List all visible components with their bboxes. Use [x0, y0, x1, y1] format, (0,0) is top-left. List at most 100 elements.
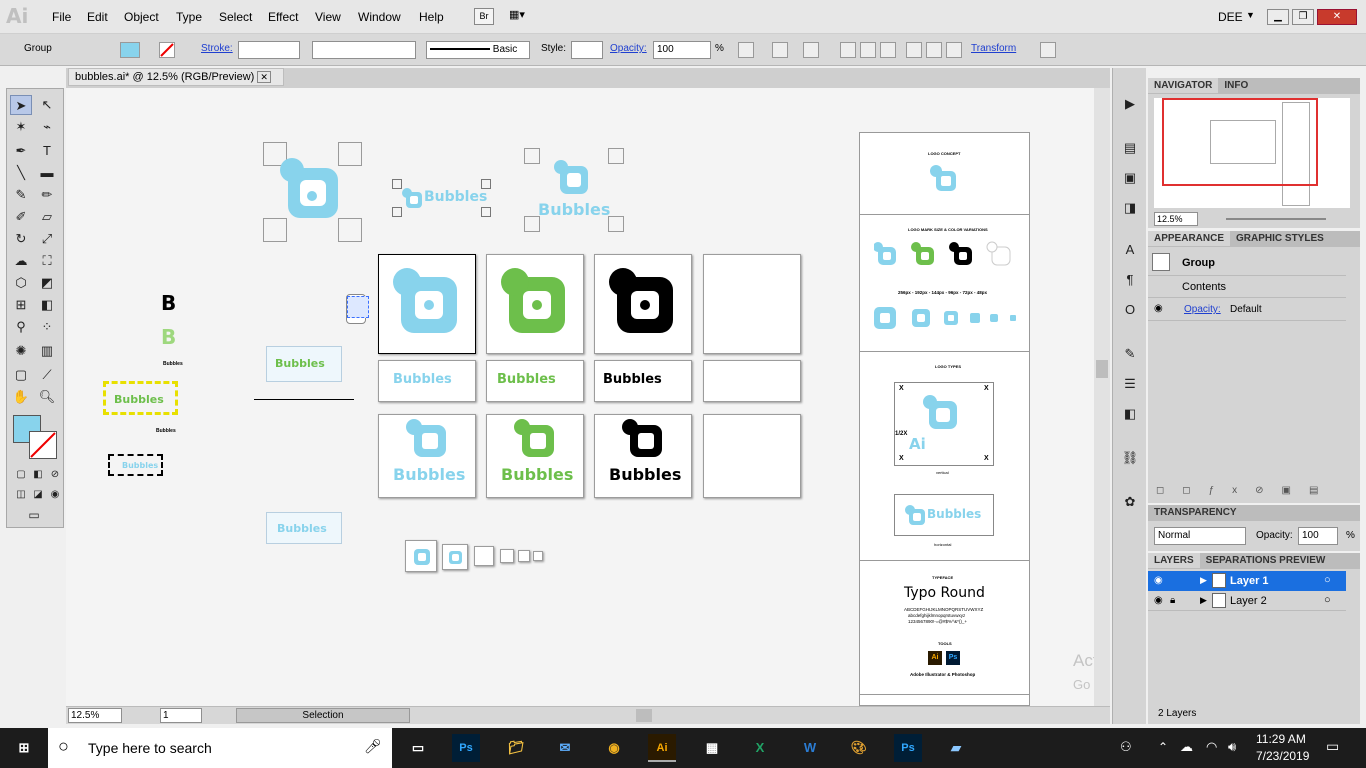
scale-tool-icon[interactable]: ⤢ — [36, 229, 58, 249]
menu-object[interactable]: Object — [124, 10, 159, 24]
target-circle-icon[interactable]: ○ — [1324, 574, 1331, 586]
warp-tool-icon[interactable]: ☁ — [10, 251, 32, 271]
rectangle-tool-icon[interactable]: ▬ — [36, 163, 58, 183]
links-icon[interactable]: ⛓ — [1119, 448, 1141, 468]
taskbar-illustrator[interactable]: Ai — [648, 734, 676, 762]
target-circle-icon[interactable]: ○ — [1324, 594, 1331, 606]
logo-card-empty[interactable] — [703, 254, 801, 354]
wifi-icon[interactable]: ◠ — [1206, 739, 1217, 755]
play-icon[interactable]: ▶ — [1119, 94, 1141, 114]
logo-card-blue-mark[interactable] — [378, 254, 476, 354]
opentype-icon[interactable]: O — [1119, 300, 1141, 320]
blend-tool-icon[interactable]: ⁘ — [36, 317, 58, 337]
horizontal-scroll-thumb[interactable] — [636, 709, 652, 722]
lasso-tool-icon[interactable]: ⌁ — [36, 117, 58, 137]
paintbrush-tool-icon[interactable]: ✎ — [10, 185, 32, 205]
opacity-field[interactable]: 100 — [653, 41, 711, 59]
windows-start-icon[interactable]: ⊞ — [10, 734, 38, 762]
artboard-tool-icon[interactable]: ▢ — [10, 365, 32, 385]
align-options-icon[interactable] — [803, 42, 819, 58]
shape-builder-tool-icon[interactable]: ⬡ — [10, 273, 32, 293]
tab-navigator[interactable]: NAVIGATOR — [1148, 78, 1219, 93]
excel-icon[interactable]: X — [746, 734, 774, 762]
tab-graphic-styles[interactable]: GRAPHIC STYLES — [1230, 231, 1330, 246]
logo-card-green-vertical[interactable]: Bubbles — [486, 414, 584, 498]
eraser-tool-icon[interactable]: ▱ — [36, 207, 58, 227]
variable-width-profile[interactable] — [312, 41, 416, 59]
align-bottom-icon[interactable] — [946, 42, 962, 58]
menu-select[interactable]: Select — [219, 10, 252, 24]
symbol-sprayer-tool-icon[interactable]: ✺ — [10, 341, 32, 361]
bubbles-logo-vertical[interactable] — [554, 160, 590, 199]
draw-inside-icon[interactable]: ◉ — [44, 485, 66, 505]
line-tool-icon[interactable]: ╲ — [10, 163, 32, 183]
paragraph-icon[interactable]: ¶ — [1119, 270, 1141, 290]
expand-arrow-icon[interactable]: ▶ — [1200, 595, 1207, 606]
show-hidden-icons-chevron-icon[interactable]: ⌃ — [1158, 740, 1168, 754]
slice-tool-icon[interactable]: ⟋ — [36, 365, 58, 385]
align-middle-icon[interactable] — [926, 42, 942, 58]
transform-link[interactable]: Transform — [971, 43, 1016, 54]
live-paint-tool-icon[interactable]: ◩ — [36, 273, 58, 293]
logo-card-blue-vertical[interactable]: Bubbles — [378, 414, 476, 498]
close-button[interactable]: ✕ — [1317, 9, 1357, 25]
eye-icon[interactable]: ◉ — [1154, 595, 1163, 606]
navigator-zoom-field[interactable]: 12.5% — [1154, 212, 1198, 226]
volume-icon[interactable]: 🔊︎ — [1228, 739, 1236, 755]
workspace-switcher[interactable]: DEE — [1218, 10, 1243, 24]
bubbles-logo-mark-large[interactable] — [278, 158, 342, 225]
lock-icon[interactable]: 🔒︎ — [1170, 595, 1175, 606]
outlook-icon[interactable]: ✉ — [551, 734, 579, 762]
navigator-view-box[interactable] — [1162, 98, 1318, 186]
chevron-down-icon[interactable]: ▼ — [1246, 10, 1255, 20]
gradient-tool-icon[interactable]: ◧ — [36, 295, 58, 315]
blob-brush-tool-icon[interactable]: ✐ — [10, 207, 32, 227]
people-icon[interactable]: ⚇ — [1120, 739, 1132, 755]
logo-card-black-mark[interactable] — [594, 254, 692, 354]
paint-icon[interactable]: 🎨︎ — [845, 734, 873, 762]
menu-help[interactable]: Help — [419, 10, 444, 24]
direct-selection-tool-icon[interactable]: ↖ — [36, 95, 58, 115]
logo-card-blue-horizontal[interactable]: Bubbles — [378, 360, 476, 402]
selected-icon-group[interactable] — [347, 296, 369, 318]
none-mode-icon[interactable]: ⊘ — [44, 465, 66, 485]
layer-row[interactable]: ◉ 🔒︎ ▶ Layer 2 ○ — [1148, 591, 1346, 611]
align-right-icon[interactable] — [880, 42, 896, 58]
document-tab[interactable]: bubbles.ai* @ 12.5% (RGB/Preview) ✕ — [68, 68, 284, 86]
eye-icon[interactable]: ◉ — [1154, 575, 1163, 586]
status-selection[interactable]: Selection — [236, 708, 410, 723]
align-top-icon[interactable] — [906, 42, 922, 58]
rotate-tool-icon[interactable]: ↻ — [10, 229, 32, 249]
layers-icon[interactable]: ▤ — [1119, 138, 1141, 158]
sun-icon[interactable] — [772, 42, 788, 58]
artboard-number-field[interactable]: 1 — [160, 708, 202, 723]
stroke-color-box[interactable] — [29, 431, 57, 459]
tab-info[interactable]: INFO — [1218, 78, 1254, 93]
calculator-icon[interactable]: ▦ — [698, 734, 726, 762]
stroke-label[interactable]: Stroke: — [201, 43, 233, 54]
screen-mode-icon[interactable]: ▭ — [23, 505, 45, 525]
vertical-scrollbar[interactable] — [1094, 88, 1110, 706]
menu-effect[interactable]: Effect — [268, 10, 298, 24]
blend-mode-select[interactable]: Normal — [1154, 527, 1246, 545]
logo-card-green-horizontal[interactable]: Bubbles — [486, 360, 584, 402]
symbols-icon[interactable]: ✿ — [1119, 492, 1141, 512]
clock-date[interactable]: 7/23/2019 — [1256, 749, 1309, 763]
pencil-tool-icon[interactable]: ✏ — [36, 185, 58, 205]
taskbar-word[interactable]: W — [796, 734, 824, 762]
zoom-tool-icon[interactable]: 🔍︎ — [36, 387, 58, 407]
gradient-icon[interactable]: ◧ — [1119, 404, 1141, 424]
isolate-group-icon[interactable] — [1040, 42, 1056, 58]
stroke-icon[interactable]: ☰ — [1119, 374, 1141, 394]
tab-separations-preview[interactable]: SEPARATIONS PREVIEW — [1200, 553, 1332, 568]
selection-tool-icon[interactable]: ➤ — [10, 95, 32, 115]
appearance-contents-row[interactable]: Contents — [1148, 275, 1346, 297]
logo-card-green-mark[interactable] — [486, 254, 584, 354]
presentation-sheet[interactable]: LOGO CONCEPT LOGO MARK SIZE & COLOR VARI… — [859, 132, 1030, 706]
appearance-opacity-row[interactable]: ◉ Opacity: Default — [1148, 297, 1346, 321]
transparency-title[interactable]: TRANSPARENCY — [1148, 505, 1243, 520]
transparency-opacity-field[interactable]: 100 — [1298, 527, 1338, 545]
microphone-icon[interactable]: 🎤︎ — [364, 738, 382, 755]
notepad-icon[interactable]: ▰ — [942, 734, 970, 762]
graphic-style-picker[interactable] — [571, 41, 603, 59]
